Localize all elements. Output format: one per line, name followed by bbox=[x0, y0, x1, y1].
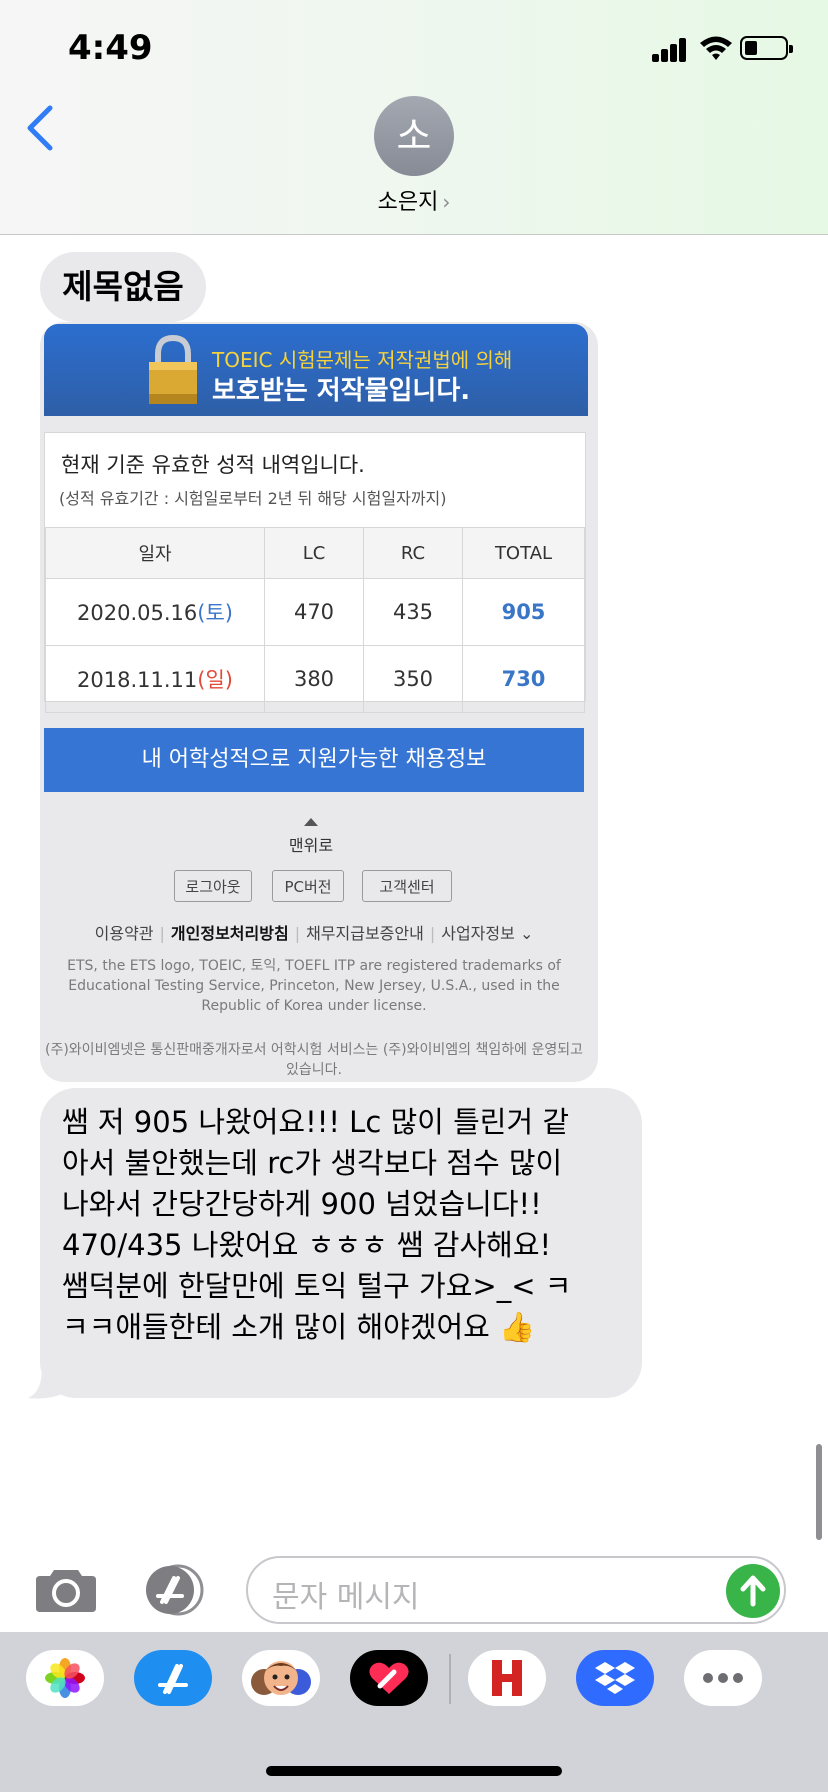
contact-avatar[interactable]: 소 bbox=[374, 96, 454, 176]
score-table: 일자 LC RC TOTAL 2020.05.16(토) 470 435 905… bbox=[45, 527, 585, 713]
wifi-icon bbox=[700, 36, 732, 60]
date-text: 2018.11.11 bbox=[77, 668, 198, 692]
app-store-icon[interactable] bbox=[140, 1564, 210, 1616]
table-row: 2018.11.11(일) 380 350 730 bbox=[45, 645, 585, 713]
up-triangle-icon bbox=[304, 818, 318, 826]
banner-line-1: TOEIC 시험문제는 저작권법에 의해 bbox=[212, 348, 513, 372]
message-input[interactable]: 문자 메시지 bbox=[246, 1556, 786, 1624]
col-date: 일자 bbox=[45, 527, 265, 579]
cell-date: 2018.11.11(일) bbox=[45, 645, 265, 713]
weekday-text: (일) bbox=[197, 668, 233, 692]
table-header-row: 일자 LC RC TOTAL bbox=[45, 527, 585, 579]
customer-center-button: 고객센터 bbox=[362, 870, 452, 902]
job-info-button: 내 어학성적으로 지원가능한 채용정보 bbox=[44, 728, 584, 792]
memoji-app-icon[interactable] bbox=[242, 1650, 320, 1706]
battery-icon bbox=[740, 36, 793, 60]
banner-line-2: 보호받는 저작물입니다. bbox=[212, 376, 471, 406]
business-info-link: 사업자정보 bbox=[441, 924, 515, 943]
camera-icon[interactable] bbox=[34, 1566, 98, 1614]
trademark-notice: ETS, the ETS logo, TOEIC, 토익, TOEFL ITP … bbox=[67, 958, 561, 1014]
cell-rc: 435 bbox=[363, 578, 463, 646]
conversation-header: 4:49 소 소은지 › bbox=[0, 0, 828, 235]
company-notice: (주)와이비엠넷은 통신판매중개자로서 어학시험 서비스는 (주)와이비엠의 책… bbox=[45, 1042, 583, 1078]
chevron-down-icon: ⌄ bbox=[519, 924, 534, 943]
message-input-placeholder: 문자 메시지 bbox=[272, 1580, 420, 1615]
back-chevron-icon[interactable] bbox=[22, 104, 62, 152]
contact-name-label: 소은지 bbox=[377, 190, 439, 215]
privacy-link: 개인정보처리방침 bbox=[170, 924, 289, 943]
photos-app-icon[interactable] bbox=[26, 1650, 104, 1706]
contact-name[interactable]: 소은지 › bbox=[300, 184, 528, 216]
home-indicator[interactable] bbox=[266, 1766, 562, 1776]
score-panel: 현재 기준 유효한 성적 내역입니다. (성적 유효기간 : 시험일로부터 2년… bbox=[44, 432, 586, 713]
digital-touch-app-icon[interactable] bbox=[350, 1650, 428, 1706]
message-text: 쌤 저 905 나왔어요!!! Lc 많이 틀린거 같 아서 불안했는데 rc가… bbox=[62, 1105, 572, 1344]
col-total: TOTAL bbox=[462, 527, 585, 579]
copyright-banner: TOEIC 시험문제는 저작권법에 의해 보호받는 저작물입니다. bbox=[44, 324, 588, 416]
status-time: 4:49 bbox=[68, 28, 153, 68]
subject-bubble[interactable]: 제목없음 bbox=[40, 252, 206, 322]
image-attachment[interactable]: TOEIC 시험문제는 저작권법에 의해 보호받는 저작물입니다. 현재 기준 … bbox=[40, 322, 598, 1082]
cell-lc: 380 bbox=[264, 645, 364, 713]
padlock-icon bbox=[149, 334, 197, 404]
send-arrow-icon[interactable] bbox=[726, 1564, 780, 1618]
terms-link: 이용약관 bbox=[94, 924, 154, 943]
score-panel-heading: 현재 기준 유효한 성적 내역입니다. bbox=[61, 453, 365, 477]
more-apps-icon[interactable] bbox=[684, 1650, 762, 1706]
cell-total: 905 bbox=[462, 578, 585, 646]
score-validity-note: (성적 유효기간 : 시험일로부터 2년 뒤 해당 시험일자까지) bbox=[59, 489, 447, 508]
col-rc: RC bbox=[363, 527, 463, 579]
cell-total: 730 bbox=[462, 645, 585, 713]
guarantee-link: 채무지급보증안내 bbox=[306, 924, 424, 943]
cell-lc: 470 bbox=[264, 578, 364, 646]
date-text: 2020.05.16 bbox=[77, 601, 198, 625]
cell-rc: 350 bbox=[363, 645, 463, 713]
chevron-right-icon: › bbox=[442, 190, 451, 214]
to-top-link: 맨위로 bbox=[288, 836, 334, 855]
logout-button: 로그아웃 bbox=[174, 870, 252, 902]
dropbox-app-icon[interactable] bbox=[576, 1650, 654, 1706]
cellular-signal-icon bbox=[652, 38, 688, 62]
footer-links: 이용약관 | 개인정보처리방침 | 채무지급보증안내 | 사업자정보 ⌄ bbox=[94, 924, 534, 943]
app-store-app-icon[interactable] bbox=[134, 1650, 212, 1706]
hotels-app-icon[interactable] bbox=[468, 1650, 546, 1706]
table-row: 2020.05.16(토) 470 435 905 bbox=[45, 578, 585, 646]
cell-date: 2020.05.16(토) bbox=[45, 578, 265, 646]
weekday-text: (토) bbox=[197, 601, 233, 625]
scrollbar[interactable] bbox=[816, 1444, 822, 1540]
pc-version-button: PC버전 bbox=[272, 870, 344, 902]
message-bubble[interactable]: 쌤 저 905 나왔어요!!! Lc 많이 틀린거 같 아서 불안했는데 rc가… bbox=[40, 1088, 642, 1398]
col-lc: LC bbox=[264, 527, 364, 579]
app-drawer-divider bbox=[449, 1654, 451, 1704]
